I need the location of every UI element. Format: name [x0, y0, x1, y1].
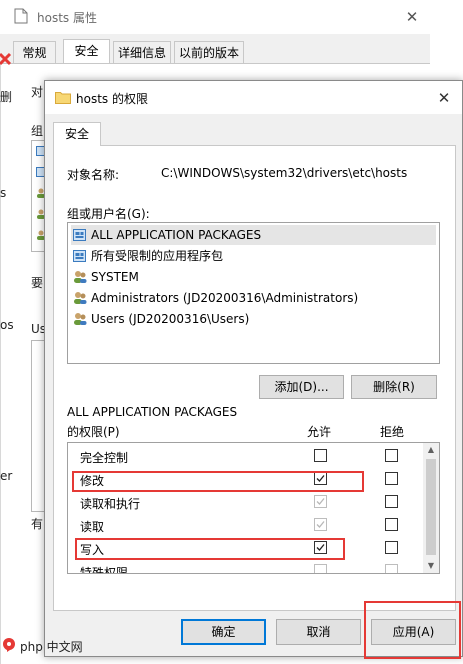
error-x-icon — [0, 52, 12, 66]
permission-label: 特殊权限 — [80, 566, 129, 574]
bg-tab-security[interactable]: 安全 — [63, 39, 110, 64]
permission-row-read: 读取 — [68, 514, 424, 537]
dialog-close-button[interactable]: ✕ — [430, 87, 458, 109]
user-label: Administrators (JD20200316\Administrator… — [91, 291, 359, 305]
user-row-restricted-packages[interactable]: 所有受限制的应用程序包 — [71, 246, 436, 266]
dialog-titlebar: hosts 的权限 ✕ — [45, 81, 462, 114]
group-package-icon — [73, 228, 87, 242]
highlight-modify-box — [72, 471, 364, 492]
user-row-all-app-packages[interactable]: ALL APPLICATION PACKAGES — [71, 225, 436, 245]
users-icon — [73, 270, 87, 284]
remove-button[interactable]: 删除(R) — [351, 375, 437, 399]
permission-row-full-control: 完全控制 — [68, 445, 424, 468]
bg-tab-previous-versions[interactable]: 以前的版本 — [174, 41, 244, 63]
permission-label: 读取和执行 — [80, 497, 141, 511]
user-label: SYSTEM — [91, 270, 139, 284]
bg-fragment: 有 — [31, 517, 44, 531]
background-titlebar: hosts 属性 ✕ — [0, 0, 430, 34]
user-row-system[interactable]: SYSTEM — [71, 267, 436, 287]
deny-checkbox[interactable] — [385, 495, 398, 508]
permission-row-special: 特殊权限 — [68, 560, 424, 574]
permission-label: 读取 — [80, 520, 105, 534]
permissions-suffix-label: 的权限(P) — [67, 425, 120, 439]
permission-row-read-execute: 读取和执行 — [68, 491, 424, 514]
permissions-for-label: ALL APPLICATION PACKAGES — [67, 405, 238, 419]
bg-fragment: os — [0, 318, 14, 332]
scroll-down-arrow-icon[interactable]: ▼ — [423, 559, 439, 573]
highlight-apply-box — [364, 601, 461, 659]
allow-checkbox — [314, 518, 327, 531]
deny-checkbox[interactable] — [385, 541, 398, 554]
allow-column-header: 允许 — [307, 425, 332, 439]
highlight-write-box — [75, 538, 345, 560]
file-icon — [14, 8, 28, 27]
bg-tab-details[interactable]: 详细信息 — [113, 41, 171, 63]
bg-fragment: 删 — [0, 90, 13, 104]
background-close-button[interactable]: ✕ — [398, 6, 426, 28]
php-logo-icon — [2, 637, 16, 653]
user-label: 所有受限制的应用程序包 — [91, 249, 224, 263]
users-icon — [73, 312, 87, 326]
tab-security[interactable]: 安全 — [53, 122, 101, 146]
ok-button[interactable]: 确定 — [181, 619, 266, 645]
users-list[interactable]: ALL APPLICATION PACKAGES 所有受限制的应用程序包 SYS… — [67, 222, 440, 364]
add-button[interactable]: 添加(D)... — [259, 375, 344, 399]
deny-checkbox[interactable] — [385, 472, 398, 485]
object-name-value: C:\WINDOWS\system32\drivers\etc\hosts — [161, 166, 408, 180]
scroll-thumb[interactable] — [426, 459, 436, 555]
permissions-scrollbar[interactable]: ▲ ▼ — [423, 443, 439, 573]
user-row-users[interactable]: Users (JD20200316\Users) — [71, 309, 436, 329]
dialog-title: hosts 的权限 — [76, 92, 148, 106]
allow-checkbox — [314, 495, 327, 508]
deny-checkbox — [385, 564, 398, 573]
user-label: Users (JD20200316\Users) — [91, 312, 250, 326]
deny-checkbox[interactable] — [385, 518, 398, 531]
folder-icon — [55, 90, 71, 107]
object-name-label: 对象名称: — [67, 168, 120, 182]
groups-label: 组或用户名(G): — [67, 207, 150, 221]
bg-fragment: er — [0, 469, 13, 483]
allow-checkbox — [314, 564, 327, 573]
permissions-dialog: hosts 的权限 ✕ 安全 对象名称: C:\WINDOWS\system32… — [44, 80, 463, 659]
bg-fragment: 要 — [31, 276, 44, 290]
scroll-up-arrow-icon[interactable]: ▲ — [423, 443, 439, 457]
users-icon — [73, 291, 87, 305]
bg-tab-general[interactable]: 常规 — [13, 41, 56, 63]
deny-checkbox[interactable] — [385, 449, 398, 462]
deny-column-header: 拒绝 — [380, 425, 405, 439]
group-package-icon — [73, 249, 87, 263]
background-window-title: hosts 属性 — [37, 11, 97, 25]
allow-checkbox[interactable] — [314, 449, 327, 462]
cancel-button[interactable]: 取消 — [276, 619, 361, 645]
user-label: ALL APPLICATION PACKAGES — [91, 228, 262, 242]
bg-fragment: 对 — [31, 85, 44, 99]
bg-fragment: s — [0, 186, 7, 200]
permission-label: 完全控制 — [80, 451, 129, 465]
watermark-text: php 中文网 — [20, 640, 83, 654]
user-row-administrators[interactable]: Administrators (JD20200316\Administrator… — [71, 288, 436, 308]
bg-fragment: 组 — [31, 124, 44, 138]
